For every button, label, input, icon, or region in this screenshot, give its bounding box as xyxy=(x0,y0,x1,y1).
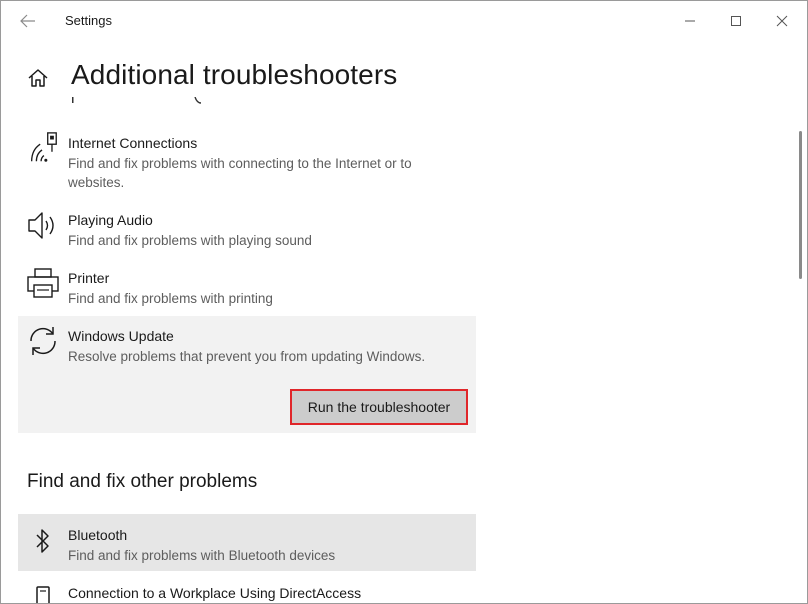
minimize-button[interactable] xyxy=(667,1,713,41)
item-name: Bluetooth xyxy=(68,527,128,543)
scrollbar-thumb[interactable] xyxy=(799,131,802,279)
troubleshooter-playing-audio[interactable]: Playing Audio Find and fix problems with… xyxy=(18,209,476,255)
troubleshooter-bluetooth[interactable]: Bluetooth Find and fix problems with Blu… xyxy=(18,514,476,571)
item-description: Resolve problems that prevent you from u… xyxy=(68,349,426,364)
clipped-content-edge xyxy=(72,97,202,104)
item-description: Find and fix problems with Bluetooth dev… xyxy=(68,548,336,563)
item-description: Find and fix problems with connecting to… xyxy=(68,156,412,190)
troubleshooter-windows-update[interactable]: Windows Update Resolve problems that pre… xyxy=(18,316,476,433)
bluetooth-icon xyxy=(36,529,49,553)
wifi-warning-icon xyxy=(31,132,57,162)
phone-device-icon xyxy=(36,586,50,603)
troubleshooter-printer[interactable]: Printer Find and fix problems with print… xyxy=(18,267,476,313)
home-button[interactable] xyxy=(27,67,49,89)
troubleshooter-directaccess[interactable]: Connection to a Workplace Using DirectAc… xyxy=(18,577,476,603)
home-icon xyxy=(28,69,48,87)
maximize-icon xyxy=(731,16,741,26)
settings-window: Settings Additional troubleshooters Inte… xyxy=(0,0,808,604)
close-button[interactable] xyxy=(759,1,805,41)
page-title: Additional troubleshooters xyxy=(71,59,398,90)
troubleshooter-internet-connections[interactable]: Internet Connections Find and fix proble… xyxy=(18,131,476,195)
maximize-button[interactable] xyxy=(713,1,759,41)
section-heading: Find and fix other problems xyxy=(27,471,258,492)
back-arrow-icon xyxy=(20,14,35,28)
item-name: Internet Connections xyxy=(68,135,198,151)
printer-icon xyxy=(27,268,59,298)
speaker-icon xyxy=(28,212,54,239)
run-troubleshooter-button[interactable]: Run the troubleshooter xyxy=(290,389,468,425)
item-name: Printer xyxy=(68,270,110,286)
window-title: Settings xyxy=(65,13,112,28)
refresh-icon xyxy=(30,327,56,355)
title-bar: Settings xyxy=(1,1,807,41)
item-description: Find and fix problems with playing sound xyxy=(68,233,312,248)
item-description: Find and fix problems with printing xyxy=(68,291,273,306)
item-name: Connection to a Workplace Using DirectAc… xyxy=(68,585,362,601)
item-name: Windows Update xyxy=(68,328,174,344)
item-name: Playing Audio xyxy=(68,212,153,228)
back-button[interactable] xyxy=(13,7,43,35)
close-icon xyxy=(776,15,788,27)
minimize-icon xyxy=(685,20,695,22)
